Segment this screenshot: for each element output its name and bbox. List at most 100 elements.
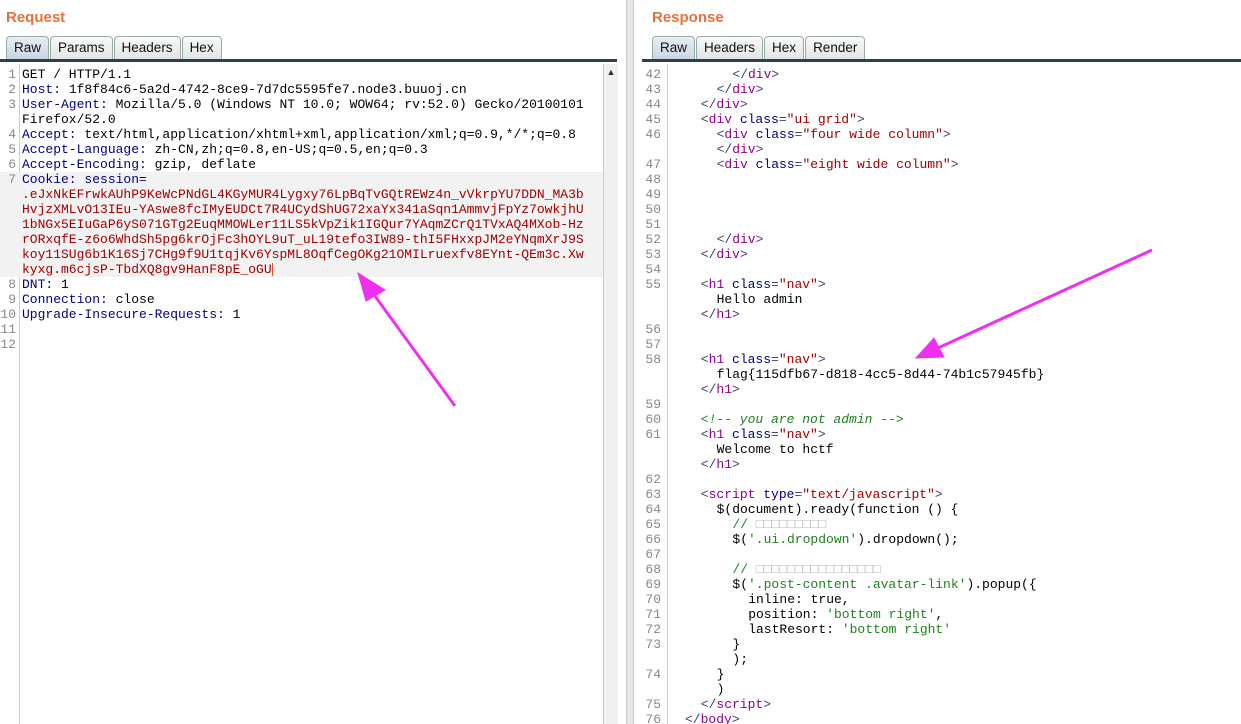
code-line: 4 Accept: text/html,application/xhtml+xml… (0, 127, 603, 142)
tab-params[interactable]: Params (50, 36, 113, 59)
split-divider[interactable] (626, 0, 634, 724)
code-token: h1 (708, 427, 733, 442)
code-line: 64 $(document).ready(function () { (642, 502, 1241, 517)
code-token: > (934, 487, 943, 502)
code-token: < (700, 112, 709, 127)
line-number: 3 (8, 97, 16, 112)
code-token: div (748, 67, 772, 82)
code-token: User-Agent: (22, 97, 116, 112)
line-number: 2 (8, 82, 16, 97)
code-token: <!-- you are not admin --> (700, 412, 904, 427)
code-token: 1 (61, 277, 69, 292)
tab-raw[interactable]: Raw (6, 36, 50, 59)
code-token: script (708, 487, 764, 502)
code-token: div (732, 232, 756, 247)
code-token: > (817, 277, 826, 292)
line-number: 48 (645, 172, 661, 187)
code-token: ).popup({ (966, 577, 1037, 592)
code-token: "ui grid" (786, 112, 857, 127)
code-line: 65 // □□□□□□□□□ (642, 517, 1241, 532)
code-token: = (771, 352, 779, 367)
code-token: Accept-Encoding: (22, 157, 155, 172)
code-token: Connection: (22, 292, 116, 307)
scroll-up-icon[interactable]: ▲ (604, 67, 618, 77)
code-line: 69 $('.post-content .avatar-link').popup(… (642, 577, 1241, 592)
tab-hex[interactable]: Hex (181, 36, 222, 59)
line-number: 73 (645, 637, 661, 652)
code-line: 6 Accept-Encoding: gzip, deflate (0, 157, 603, 172)
code-line: 70 inline: true, (642, 592, 1241, 607)
tab-hex[interactable]: Hex (764, 36, 805, 59)
line-number: 43 (645, 82, 661, 97)
line-number: 57 (645, 337, 661, 352)
code-line: .eJxNkEFrwkAUhP9KeWcPNdGL4KGyMUR4Lygxy76… (0, 187, 603, 202)
code-token: '.post-content .avatar-link' (748, 577, 967, 592)
code-token: DNT: (22, 277, 62, 292)
request-scrollbar[interactable]: ▲ (603, 64, 618, 724)
code-token: > (856, 112, 865, 127)
line-number: 1 (8, 67, 16, 82)
line-number: 62 (645, 472, 661, 487)
line-number: 74 (645, 667, 661, 682)
code-token: zh-CN,zh;q=0.8,en-US;q=0.5,en;q=0.3 (154, 142, 428, 157)
code-token: .eJxNkEFrwkAUhP9KeWcPNdGL4KGyMUR4Lygxy76… (22, 187, 584, 202)
code-token: </ (716, 142, 733, 157)
code-token: $(document).ready(function () { (716, 502, 959, 517)
code-line: 56 (642, 322, 1241, 337)
code-line: 59 (642, 397, 1241, 412)
code-token: Firefox/52.0 (22, 112, 116, 127)
code-token: div (716, 247, 740, 262)
tab-raw[interactable]: Raw (652, 36, 696, 59)
code-line: 50 (642, 202, 1241, 217)
code-line: ); (642, 652, 1241, 667)
code-line: koy11SUg6b1K16Sj7CHg9f9U1tqjKv6YspML8Oqf… (0, 247, 603, 262)
code-line: rORxqfE-z6o6WhdSh5pg6krOjFc3hOYL9uT_uL19… (0, 232, 603, 247)
code-line: 71 position: 'bottom right', (642, 607, 1241, 622)
code-line: 72 lastResort: 'bottom right' (642, 622, 1241, 637)
code-token: 'bottom right' (826, 607, 936, 622)
response-tabs: Raw Headers Hex Render (652, 36, 866, 59)
code-line: 62 (642, 472, 1241, 487)
code-token: script (716, 697, 764, 712)
tab-render[interactable]: Render (805, 36, 866, 59)
code-token: < (700, 277, 709, 292)
code-line: 12 (0, 337, 603, 352)
code-line: ) (642, 682, 1241, 697)
code-token: div (716, 97, 740, 112)
line-number: 46 (645, 127, 661, 142)
code-token: > (732, 382, 740, 397)
code-line: </div> (642, 142, 1241, 157)
code-line: 43 </div> (642, 82, 1241, 97)
code-line: 46 <div class="four wide column"> (642, 127, 1241, 142)
code-token: </ (700, 457, 717, 472)
response-editor[interactable]: 42 </div> 43 </div> 44 </div> 45 <div class="ui… (642, 64, 1241, 724)
code-token: class (739, 112, 779, 127)
code-token: h1 (716, 307, 733, 322)
request-editor[interactable]: 1 GET / HTTP/1.1 2 Host: 1f8f84c6-5a2d-4742… (0, 64, 603, 724)
tab-headers[interactable]: Headers (696, 36, 764, 59)
code-line: 42 </div> (642, 67, 1241, 82)
code-token: 'bottom right' (841, 622, 952, 637)
code-token: div (708, 112, 740, 127)
code-token: close (115, 292, 155, 307)
code-token: "text/javascript" (802, 487, 935, 502)
line-number: 61 (645, 427, 661, 442)
code-token: "eight wide column" (802, 157, 951, 172)
code-line: kyxg.m6cjsP-TbdXQ8gv9HanF8pE_oGU (0, 262, 603, 277)
code-token: > (755, 232, 764, 247)
code-line: 11 (0, 322, 603, 337)
code-token: gzip, deflate (154, 157, 257, 172)
code-token: </ (700, 697, 717, 712)
line-number: 75 (645, 697, 661, 712)
code-token: 1f8f84c6-5a2d-4742-8ce9-7d7dc5595fe7.nod… (68, 82, 467, 97)
tab-headers[interactable]: Headers (113, 36, 181, 59)
code-token: < (700, 352, 709, 367)
tab-underline (0, 59, 617, 62)
code-token: // (732, 517, 756, 532)
code-token: position: (748, 607, 827, 622)
code-token: class (755, 127, 795, 142)
line-number: 11 (0, 322, 16, 337)
code-line: 61 <h1 class="nav"> (642, 427, 1241, 442)
line-number: 68 (645, 562, 661, 577)
code-token: h1 (716, 457, 733, 472)
